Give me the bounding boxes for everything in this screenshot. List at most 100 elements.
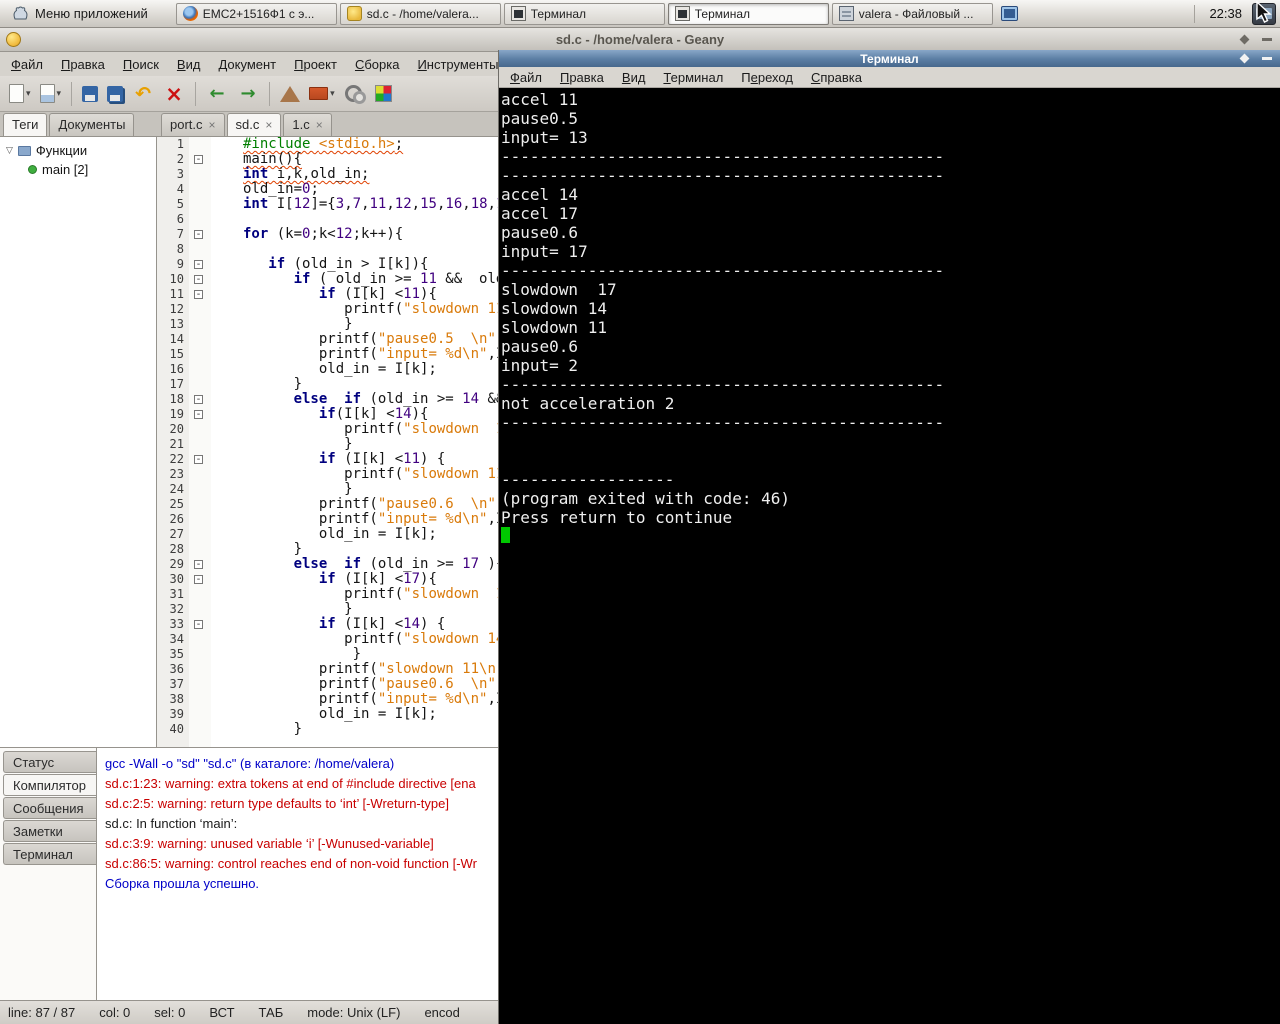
toolbar-new-file-button[interactable]: ▾	[6, 80, 34, 108]
code-text[interactable]: printf("slowdown 11	[211, 302, 504, 317]
message-tab-Статус[interactable]: Статус	[3, 751, 96, 773]
menu-item-Файл[interactable]: Файл	[2, 53, 52, 76]
code-text[interactable]: }	[211, 647, 361, 662]
terminal-screen[interactable]: accel 11 pause0.5 input= 13 ------------…	[499, 88, 1280, 1024]
window-shade-icon[interactable]	[1239, 53, 1250, 64]
terminal-menu-Справка[interactable]: Справка	[802, 68, 871, 87]
terminal-titlebar[interactable]: Терминал	[499, 50, 1280, 67]
close-tab-icon[interactable]: ×	[265, 119, 272, 131]
code-text[interactable]: printf("pause0.6 \n"	[211, 497, 496, 512]
close-tab-icon[interactable]: ×	[316, 119, 323, 131]
toolbar-revert-button[interactable]	[129, 80, 157, 108]
code-text[interactable]: }	[211, 602, 352, 617]
toolbar-compile-button[interactable]	[277, 80, 303, 108]
fold-collapse-icon[interactable]: -	[194, 395, 203, 405]
toolbar-color-chooser-button[interactable]	[372, 80, 395, 108]
code-text[interactable]: if (I[k] <17){	[211, 572, 437, 587]
expander-icon[interactable]: ▽	[6, 145, 13, 156]
message-tab-Сообщения[interactable]: Сообщения	[3, 797, 96, 819]
code-text[interactable]: printf("slowdown 11\	[211, 467, 513, 482]
editor-tab-1.c[interactable]: 1.c ×	[283, 113, 332, 136]
menu-item-Проект[interactable]: Проект	[285, 53, 346, 76]
code-text[interactable]: main(){	[211, 152, 302, 167]
terminal-menu-Правка[interactable]: Правка	[551, 68, 613, 87]
toolbar-execute-button[interactable]	[341, 80, 369, 108]
code-text[interactable]: int i,k,old_in;	[211, 167, 369, 182]
taskbar-button-firefox[interactable]: EMC2+1516Ф1 с э...	[175, 2, 337, 25]
taskbar-button-file-manager[interactable]: valera - Файловый ...	[831, 2, 993, 25]
code-text[interactable]: }	[211, 482, 352, 497]
editor-tab-port.c[interactable]: port.c ×	[161, 113, 225, 136]
menu-item-Правка[interactable]: Правка	[52, 53, 114, 76]
code-text[interactable]: int I[12]={3,7,11,12,15,16,18,1	[211, 197, 504, 212]
sidebar-tab-Документы[interactable]: Документы	[49, 113, 135, 136]
window-minimize-icon[interactable]	[1262, 38, 1272, 41]
code-text[interactable]: }	[211, 722, 302, 737]
code-text[interactable]: }	[211, 377, 302, 392]
message-tab-Терминал[interactable]: Терминал	[3, 843, 96, 865]
fold-collapse-icon[interactable]: -	[194, 230, 203, 240]
message-tab-Заметки[interactable]: Заметки	[3, 820, 96, 842]
code-text[interactable]: else if (old_in >= 14 &&	[211, 392, 505, 407]
fold-collapse-icon[interactable]: -	[194, 275, 203, 285]
code-text[interactable]: for (k=0;k<12;k++){	[211, 227, 403, 242]
code-text[interactable]: old_in = I[k];	[211, 707, 437, 722]
code-text[interactable]: printf("pause0.6 \n"	[211, 677, 496, 692]
fold-collapse-icon[interactable]: -	[194, 290, 203, 300]
symbols-root-row[interactable]: ▽ Функции	[0, 141, 156, 160]
code-text[interactable]	[211, 242, 243, 257]
window-shade-icon[interactable]	[1239, 34, 1250, 45]
code-text[interactable]: }	[211, 317, 352, 332]
editor-tab-sd.c[interactable]: sd.c ×	[226, 113, 282, 136]
code-text[interactable]: printf("input= %d\n",I	[211, 347, 504, 362]
code-text[interactable]	[211, 212, 243, 227]
window-minimize-icon[interactable]	[1262, 57, 1272, 60]
code-text[interactable]: printf("pause0.5 \n"	[211, 332, 496, 347]
code-text[interactable]: old_in=0;	[211, 182, 319, 197]
close-tab-icon[interactable]: ×	[209, 119, 216, 131]
code-text[interactable]: else if (old_in >= 17 ){	[211, 557, 505, 572]
sidebar-tab-Теги[interactable]: Теги	[3, 113, 48, 136]
menu-item-Сборка[interactable]: Сборка	[346, 53, 409, 76]
applications-menu-button[interactable]: Меню приложений	[4, 2, 156, 26]
terminal-menu-Файл[interactable]: Файл	[501, 68, 551, 87]
code-text[interactable]: printf("slowdown 1	[211, 587, 504, 602]
menu-item-Вид[interactable]: Вид	[168, 53, 210, 76]
toolbar-close-button[interactable]	[160, 80, 188, 108]
code-text[interactable]: printf("slowdown 14\	[211, 632, 513, 647]
code-text[interactable]: }	[211, 437, 352, 452]
toolbar-open-file-button[interactable]: ▾	[37, 80, 65, 108]
toolbar-navigate-back-button[interactable]	[203, 80, 231, 108]
fold-collapse-icon[interactable]: -	[194, 575, 203, 585]
taskbar-button-terminal[interactable]: Терминал	[503, 2, 665, 25]
code-text[interactable]: if (I[k] <11){	[211, 287, 437, 302]
clock[interactable]: 22:38	[1209, 6, 1242, 21]
fold-collapse-icon[interactable]: -	[194, 455, 203, 465]
terminal-menu-Переход[interactable]: Переход	[732, 68, 802, 87]
systray-icon[interactable]	[1000, 6, 1018, 21]
code-text[interactable]: printf("slowdown 11\n"	[211, 662, 504, 677]
code-text[interactable]: if ( old_in >= 11 && old	[211, 272, 505, 287]
menu-item-Документ[interactable]: Документ	[209, 53, 285, 76]
fold-collapse-icon[interactable]: -	[194, 620, 203, 630]
code-text[interactable]: if (old_in > I[k]){	[211, 257, 428, 272]
code-text[interactable]: if (I[k] <11) {	[211, 452, 445, 467]
message-tab-Компилятор[interactable]: Компилятор	[3, 774, 96, 796]
fold-collapse-icon[interactable]: -	[194, 260, 203, 270]
code-text[interactable]: }	[211, 542, 302, 557]
code-text[interactable]: printf("input= %d\n",I	[211, 692, 504, 707]
terminal-menu-Терминал[interactable]: Терминал	[654, 68, 732, 87]
fold-collapse-icon[interactable]: -	[194, 155, 203, 165]
code-text[interactable]: printf("input= %d\n",I	[211, 512, 504, 527]
code-text[interactable]: old_in = I[k];	[211, 362, 437, 377]
symbol-item[interactable]: main [2]	[0, 160, 156, 179]
fold-collapse-icon[interactable]: -	[194, 410, 203, 420]
taskbar-button-terminal[interactable]: Терминал	[667, 2, 829, 25]
toolbar-navigate-forward-button[interactable]	[234, 80, 262, 108]
fold-collapse-icon[interactable]: -	[194, 560, 203, 570]
toolbar-save-button[interactable]	[79, 80, 101, 108]
code-text[interactable]: if(I[k] <14){	[211, 407, 429, 422]
toolbar-build-button[interactable]: ▾	[306, 80, 338, 108]
code-text[interactable]: if (I[k] <14) {	[211, 617, 445, 632]
code-text[interactable]: printf("slowdown 14	[211, 422, 513, 437]
